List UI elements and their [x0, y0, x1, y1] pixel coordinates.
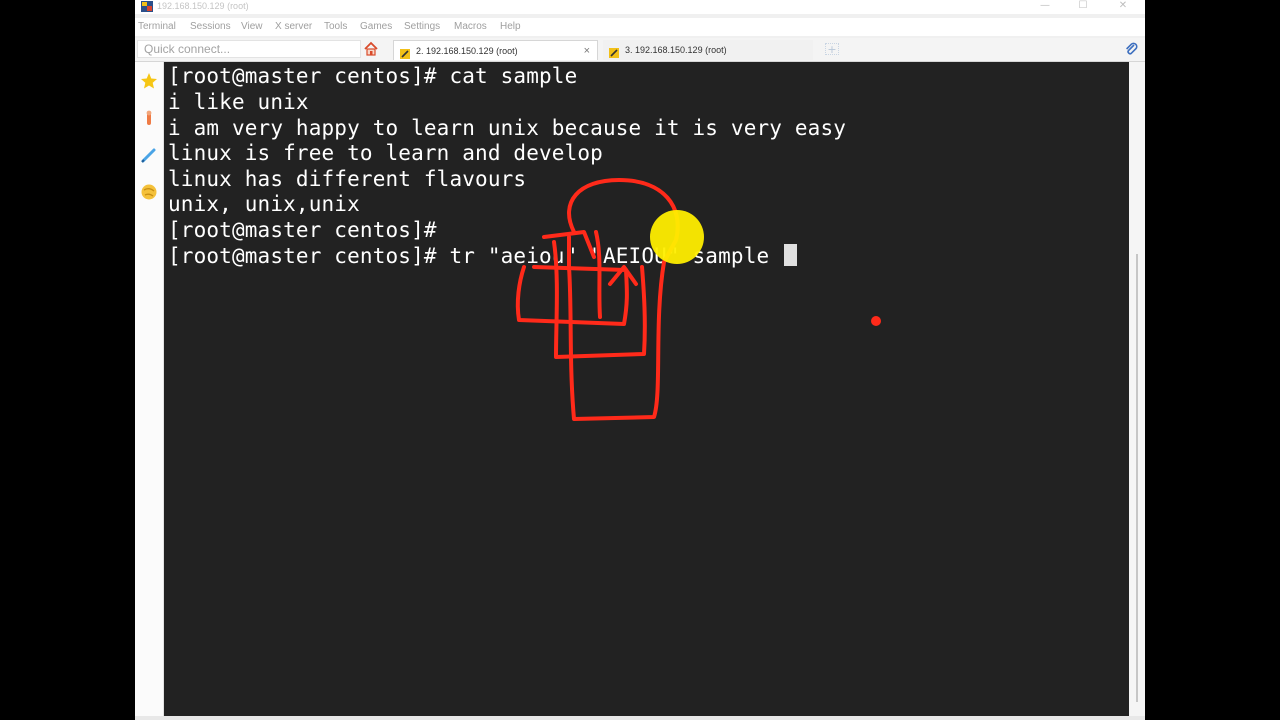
text-cursor: [784, 244, 798, 266]
vertical-scrollbar[interactable]: [1129, 62, 1145, 716]
annotation-stroke-arrow: [608, 265, 638, 286]
tab-label: 2. 192.168.150.129 (root): [416, 46, 518, 56]
tools-icon[interactable]: [140, 109, 158, 127]
terminal-line: [root@master centos]# cat sample: [168, 64, 578, 88]
terminal-line: [root@master centos]#: [168, 218, 437, 242]
annotation-dot: [871, 316, 881, 326]
terminal-line: i am very happy to learn unix because it…: [168, 116, 847, 140]
terminal-command: [root@master centos]# tr "aeiou" "AEIOU"…: [168, 244, 783, 268]
terminal-screen[interactable]: [root@master centos]# cat sample i like …: [164, 62, 1129, 716]
paperclip-icon[interactable]: [1123, 41, 1139, 57]
globe-icon[interactable]: [140, 183, 158, 201]
menu-sessions[interactable]: Sessions: [190, 21, 231, 33]
tab-bar: 2. 192.168.150.129 (root) × 3. 192.168.1…: [135, 38, 1145, 62]
menu-tools[interactable]: Tools: [324, 21, 347, 33]
title-bar: 192.168.150.129 (root) — ☐ ✕: [135, 0, 1145, 14]
maximize-button[interactable]: ☐: [1068, 0, 1098, 12]
menu-bar: Terminal Sessions View X server Tools Ga…: [135, 18, 1145, 36]
pen-icon[interactable]: [140, 146, 158, 164]
minimize-button[interactable]: —: [1030, 0, 1060, 12]
menu-games[interactable]: Games: [360, 21, 392, 33]
terminal-line: unix, unix,unix: [168, 192, 360, 216]
app-icon: [141, 1, 153, 12]
terminal-line: linux is free to learn and develop: [168, 141, 603, 165]
menu-settings[interactable]: Settings: [404, 21, 440, 33]
home-icon[interactable]: [363, 41, 379, 57]
tab-label: 3. 192.168.150.129 (root): [625, 45, 727, 55]
terminal-tab-icon: [609, 45, 619, 58]
window-title: 192.168.150.129 (root): [157, 1, 249, 11]
annotation-stroke-outline: [567, 178, 680, 421]
menu-terminal[interactable]: Terminal: [138, 21, 176, 33]
window-bottom-edge: [135, 716, 1145, 720]
menu-view[interactable]: View: [241, 21, 263, 33]
annotation-stroke-box: [515, 265, 629, 326]
menu-x-server[interactable]: X server: [275, 21, 312, 33]
quick-connect-input[interactable]: [137, 40, 361, 58]
terminal-line: linux has different flavours: [168, 167, 527, 191]
terminal-prompt-line: [root@master centos]# tr "aeiou" "AEIOU"…: [168, 243, 798, 269]
tab-session-2[interactable]: 2. 192.168.150.129 (root) ×: [393, 40, 598, 60]
terminal-tab-icon: [400, 46, 410, 59]
mobaxterm-window: 192.168.150.129 (root) — ☐ ✕ Terminal Se…: [135, 0, 1145, 720]
close-tab-icon[interactable]: ×: [584, 41, 590, 61]
tab-session-3[interactable]: 3. 192.168.150.129 (root): [603, 40, 813, 60]
scrollbar-thumb[interactable]: [1136, 254, 1138, 702]
close-button[interactable]: ✕: [1108, 0, 1138, 12]
side-toolbar: [135, 62, 164, 720]
star-icon[interactable]: [140, 72, 158, 90]
terminal-line: i like unix: [168, 90, 309, 114]
menu-help[interactable]: Help: [500, 21, 521, 33]
menu-macros[interactable]: Macros: [454, 21, 487, 33]
new-tab-button[interactable]: +: [825, 43, 839, 55]
